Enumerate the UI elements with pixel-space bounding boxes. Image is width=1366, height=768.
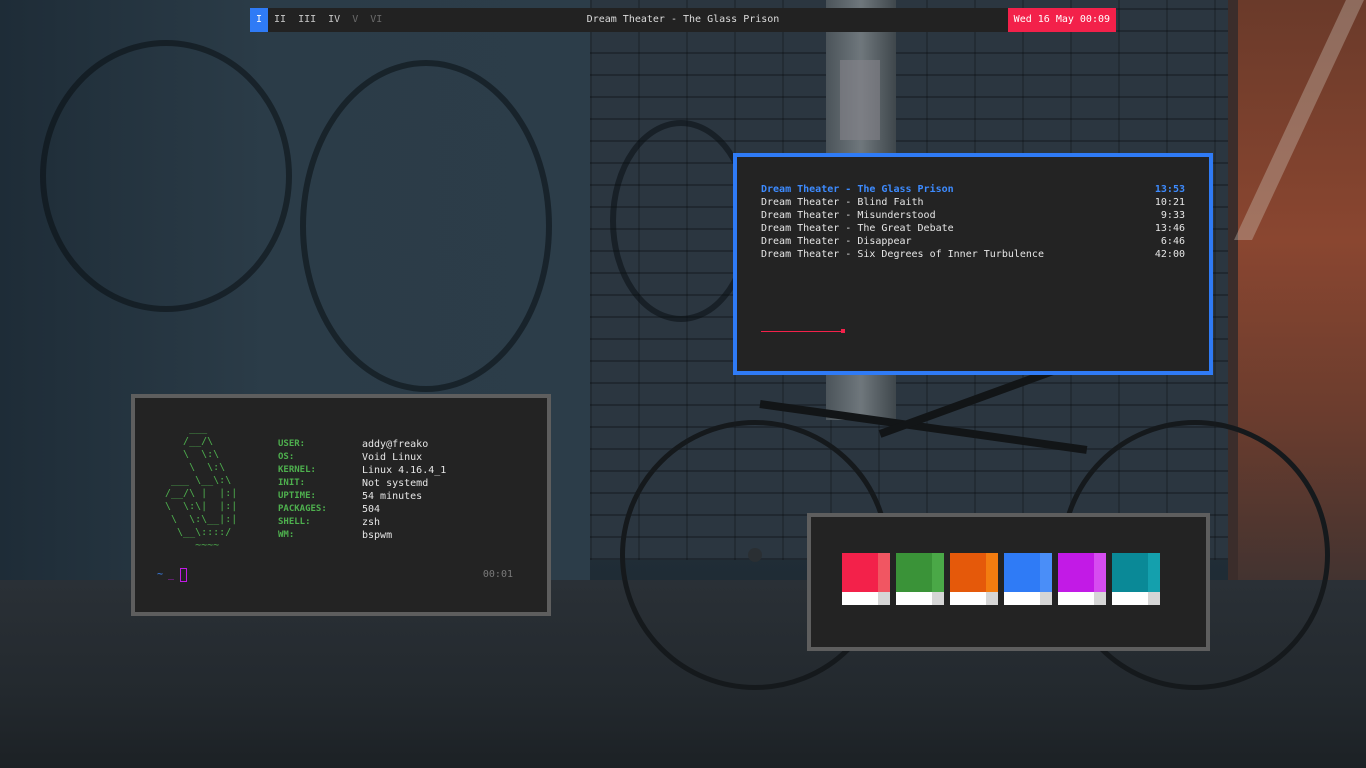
workspace-1[interactable]: I xyxy=(250,8,269,32)
swatch-blue xyxy=(1004,553,1052,605)
info-row-os: OS: Void Linux xyxy=(278,451,446,464)
track-duration: 9:33 xyxy=(1160,210,1185,221)
shell-prompt[interactable]: ~ _ xyxy=(157,568,188,582)
workspace-6[interactable]: VI xyxy=(364,8,388,32)
info-row-init: INIT: Not systemd xyxy=(278,477,446,490)
playlist-track[interactable]: Dream Theater - Blind Faith 10:21 xyxy=(761,196,1185,209)
pole-sticker xyxy=(840,60,880,140)
top-panel: Dream Theater - The Glass Prison I II II… xyxy=(250,8,1116,32)
swatch-red xyxy=(842,553,890,605)
track-title: Dream Theater - Disappear xyxy=(761,236,912,247)
music-player-window[interactable]: Dream Theater - The Glass Prison 13:53 D… xyxy=(733,153,1213,375)
track-duration: 6:46 xyxy=(1160,236,1185,247)
track-title: Dream Theater - The Glass Prison xyxy=(761,184,954,195)
workspace-5[interactable]: V xyxy=(346,8,364,32)
info-value: 504 xyxy=(362,504,381,515)
playlist-track[interactable]: Dream Theater - Misunderstood 9:33 xyxy=(761,209,1185,222)
void-linux-ascii-logo: ___ /__/\ \ \:\ \ \:\ ___ \__\:\ /__/\ |… xyxy=(165,423,238,551)
system-info: USER: addy@freako OS: Void Linux KERNEL:… xyxy=(278,438,446,542)
workspace-4[interactable]: IV xyxy=(322,8,346,32)
track-title: Dream Theater - Blind Faith xyxy=(761,197,924,208)
playback-progress-bar[interactable] xyxy=(761,331,843,332)
info-value: addy@freako xyxy=(362,439,429,450)
workspace-2[interactable]: II xyxy=(268,8,292,32)
info-row-shell: SHELL: zsh xyxy=(278,516,446,529)
info-key: INIT: xyxy=(278,478,306,488)
terminal-window[interactable]: ___ /__/\ \ \:\ \ \:\ ___ \__\:\ /__/\ |… xyxy=(131,394,551,616)
prompt-directory: ~ xyxy=(157,569,164,580)
swatch-magenta xyxy=(1058,553,1106,605)
info-row-uptime: UPTIME: 54 minutes xyxy=(278,490,446,503)
info-row-wm: WM: bspwm xyxy=(278,529,446,542)
info-key: UPTIME: xyxy=(278,491,316,501)
track-duration: 42:00 xyxy=(1154,249,1185,260)
info-row-kernel: KERNEL: Linux 4.16.4_1 xyxy=(278,464,446,477)
info-value: Not systemd xyxy=(362,478,429,489)
text-cursor xyxy=(180,568,188,582)
color-swatches xyxy=(842,553,1160,605)
info-key: USER: xyxy=(278,439,306,449)
info-value: bspwm xyxy=(362,530,393,541)
track-duration: 13:53 xyxy=(1154,184,1185,195)
clock: Wed 16 May 00:09 xyxy=(1007,8,1116,32)
track-duration: 10:21 xyxy=(1154,197,1185,208)
info-row-packages: PACKAGES: 504 xyxy=(278,503,446,516)
prompt-symbol: _ xyxy=(168,569,175,580)
info-value: Void Linux xyxy=(362,452,423,463)
track-title: Dream Theater - The Great Debate xyxy=(761,223,954,234)
desktop-wallpaper xyxy=(0,0,1366,768)
info-value: 54 minutes xyxy=(362,491,423,502)
track-title: Dream Theater - Six Degrees of Inner Tur… xyxy=(761,249,1044,260)
graffiti-mark xyxy=(40,40,292,312)
playlist-track[interactable]: Dream Theater - Six Degrees of Inner Tur… xyxy=(761,248,1185,261)
info-key: OS: xyxy=(278,452,295,462)
workspace-3[interactable]: III xyxy=(292,8,322,32)
graffiti-mark xyxy=(300,60,552,392)
playlist: Dream Theater - The Glass Prison 13:53 D… xyxy=(761,183,1185,261)
playlist-track[interactable]: Dream Theater - Disappear 6:46 xyxy=(761,235,1185,248)
playlist-track-current[interactable]: Dream Theater - The Glass Prison 13:53 xyxy=(761,183,1185,196)
swatch-green xyxy=(896,553,944,605)
command-timer: 00:01 xyxy=(482,569,513,580)
workspace-list: I II III IV V VI xyxy=(250,8,388,32)
info-key: KERNEL: xyxy=(278,465,316,475)
graffiti-mark xyxy=(610,120,752,322)
track-title: Dream Theater - Misunderstood xyxy=(761,210,936,221)
info-key: WM: xyxy=(278,530,295,540)
playlist-track[interactable]: Dream Theater - The Great Debate 13:46 xyxy=(761,222,1185,235)
track-duration: 13:46 xyxy=(1154,223,1185,234)
color-palette-window[interactable] xyxy=(807,513,1210,651)
swatch-cyan xyxy=(1112,553,1160,605)
info-key: PACKAGES: xyxy=(278,504,327,514)
swatch-orange xyxy=(950,553,998,605)
info-key: SHELL: xyxy=(278,517,311,527)
info-row-user: USER: addy@freako xyxy=(278,438,446,451)
info-value: zsh xyxy=(362,517,381,528)
info-value: Linux 4.16.4_1 xyxy=(362,465,447,476)
playback-progress-knob[interactable] xyxy=(841,329,845,333)
